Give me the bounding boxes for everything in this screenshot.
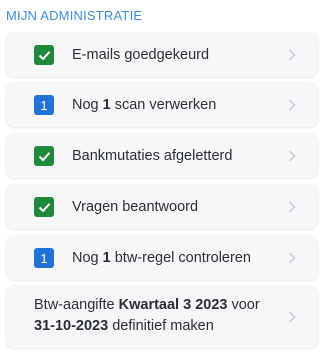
task-item-scan[interactable]: 1 Nog 1 scan verwerken bbox=[6, 83, 318, 127]
task-item-emails[interactable]: E-mails goedgekeurd bbox=[6, 33, 318, 77]
section-title: MIJN ADMINISTRATIE bbox=[6, 8, 143, 23]
task-label: E-mails goedgekeurd bbox=[72, 47, 210, 63]
chevron-right-icon bbox=[288, 99, 296, 111]
task-label: Bankmutaties afgeletterd bbox=[72, 148, 233, 164]
task-item-vat-return[interactable]: Btw-aangifte Kwartaal 3 2023 voor 31-10-… bbox=[6, 286, 318, 348]
check-icon bbox=[34, 146, 54, 166]
administration-panel: MIJN ADMINISTRATIE E-mails goedgekeurd 1… bbox=[0, 0, 332, 356]
task-item-questions[interactable]: Vragen beantwoord bbox=[6, 185, 318, 229]
chevron-right-icon bbox=[288, 150, 296, 162]
task-item-vat-line[interactable]: 1 Nog 1 btw-regel controleren bbox=[6, 236, 318, 280]
chevron-right-icon bbox=[288, 49, 296, 61]
check-icon bbox=[34, 45, 54, 65]
chevron-right-icon bbox=[288, 252, 296, 264]
count-badge: 1 bbox=[34, 248, 54, 268]
chevron-right-icon bbox=[288, 311, 296, 323]
task-item-bank[interactable]: Bankmutaties afgeletterd bbox=[6, 134, 318, 178]
count-badge: 1 bbox=[34, 95, 54, 115]
task-label: Vragen beantwoord bbox=[72, 199, 199, 215]
task-label: Nog 1 scan verwerken bbox=[72, 97, 217, 113]
check-icon bbox=[34, 197, 54, 217]
chevron-right-icon bbox=[288, 201, 296, 213]
vat-return-text: Btw-aangifte Kwartaal 3 2023 voor 31-10-… bbox=[34, 297, 260, 334]
task-label: Nog 1 btw-regel controleren bbox=[72, 250, 251, 266]
